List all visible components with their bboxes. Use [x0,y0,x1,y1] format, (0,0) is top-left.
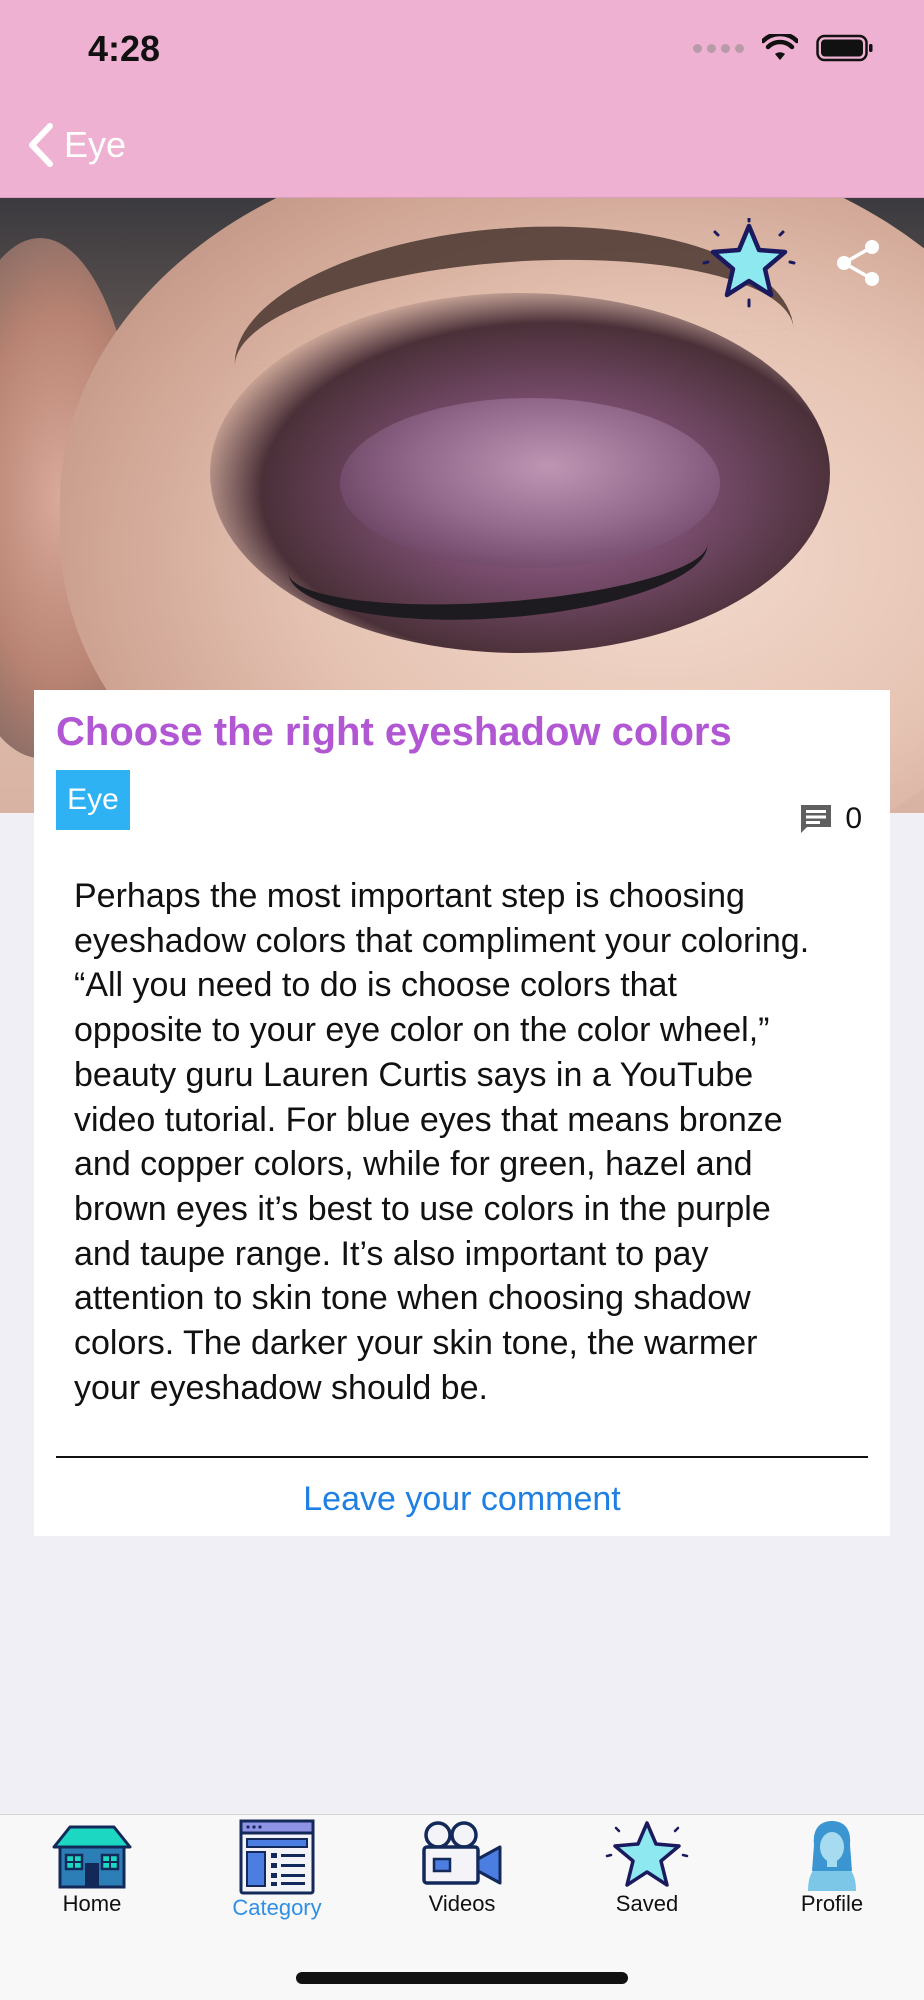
tab-home[interactable]: Home [0,1819,184,1929]
comment-count[interactable]: 0 [799,802,862,836]
tab-label-category: Category [232,1895,322,1920]
article-body-line: brown eyes it’s best to use colors in th… [74,1189,771,1228]
tab-label-saved: Saved [615,1891,679,1916]
article-body-line: colors. The darker your skin tone, the w… [74,1324,758,1363]
article-body-line: attention to skin tone when choosing sha… [74,1279,751,1318]
star-icon [605,1821,689,1887]
status-icons [693,34,874,62]
video-camera-icon [422,1821,502,1885]
tab-label-videos: Videos [428,1891,496,1916]
article-body-line: your eyeshadow should be. [74,1368,488,1407]
hero-eyelid [340,398,720,568]
article-title: Choose the right eyeshadow colors [56,710,732,754]
status-bar: 4:28 [0,0,924,100]
category-tag[interactable]: Eye [56,770,130,830]
favorite-star-icon[interactable] [702,218,796,308]
share-icon[interactable] [834,238,882,288]
tab-label-profile: Profile [800,1891,864,1916]
home-indicator [296,1972,628,1984]
article-body-line: and copper colors, while for green, haze… [74,1145,753,1184]
article-body-line: and taupe range. It’s also important to … [74,1234,709,1273]
status-time: 4:28 [88,28,161,69]
comment-count-value: 0 [845,802,862,835]
chevron-left-icon [29,123,53,167]
divider [56,1456,868,1458]
article-body-line: opposite to your eye color on the color … [74,1011,770,1050]
article-body-line: “All you need to do is choose colors tha… [74,966,677,1005]
tab-profile[interactable]: Profile [740,1819,924,1929]
tab-saved[interactable]: Saved [555,1819,739,1929]
wifi-icon [762,34,798,60]
profile-icon [808,1821,856,1891]
leave-comment-link[interactable]: Leave your comment [34,1480,890,1519]
comment-icon [801,805,832,833]
category-icon [239,1819,315,1895]
back-button[interactable]: Eye [26,122,126,168]
article-body-line: beauty guru Lauren Curtis says in a YouT… [74,1055,754,1094]
signal-icon [693,43,744,53]
article-body-line: video tutorial. For blue eyes that means… [74,1100,783,1139]
nav-bar: Eye [0,100,924,198]
article-card: Choose the right eyeshadow colors Eye 0 … [34,690,890,1536]
home-icon [52,1825,132,1889]
battery-icon [816,34,873,62]
back-label: Eye [64,124,127,165]
article-body: Perhaps the most important step is choos… [74,874,864,1410]
tab-videos[interactable]: Videos [370,1819,554,1929]
tab-label-home: Home [62,1891,122,1916]
article-body-line: eyeshadow colors that compliment your co… [74,921,810,960]
article-body-line: Perhaps the most important step is choos… [74,877,745,915]
tab-category[interactable]: Category [185,1819,369,1929]
